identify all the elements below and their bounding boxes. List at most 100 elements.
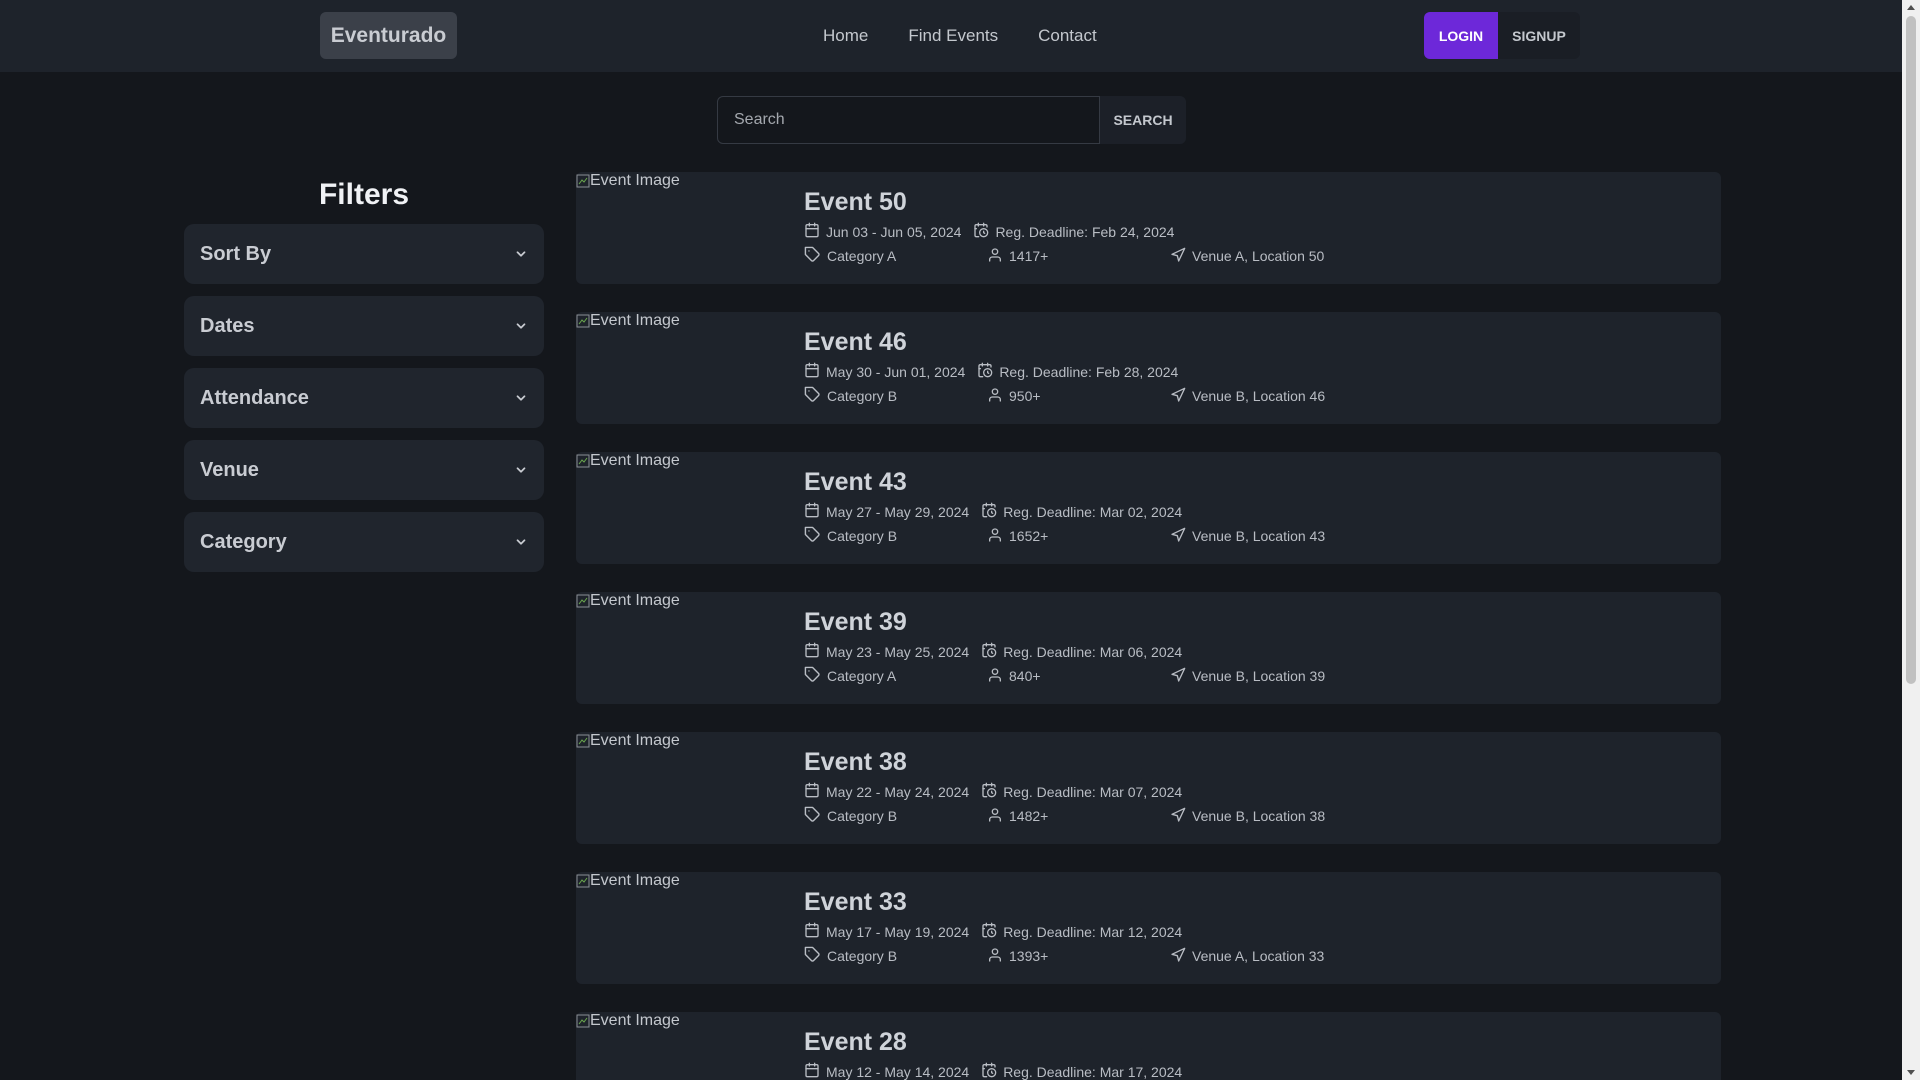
event-image-alt: Event Image [590, 872, 680, 889]
calendar-clock-icon [981, 502, 1003, 521]
user-icon [987, 947, 1009, 966]
event-attendance: 1652+ [987, 527, 1170, 546]
event-info-row: Category A 840+ Venue B, Location 39 [804, 666, 1325, 686]
chevron-down-icon[interactable] [514, 463, 528, 477]
event-attendance-text: 1393+ [1009, 948, 1049, 964]
event-dates: May 23 - May 25, 2024 [804, 642, 969, 661]
navigation-icon [1170, 247, 1192, 266]
chevron-down-icon[interactable] [514, 535, 528, 549]
event-dates-text: May 27 - May 29, 2024 [826, 503, 970, 520]
calendar-clock-icon [977, 362, 999, 381]
event-card[interactable]: Event Image Event 43 May 27 - May 29, 20… [576, 452, 1721, 564]
navbar: Eventurado Home Find Events Contact LOGI… [0, 0, 1902, 72]
event-image-alt: Event Image [590, 452, 680, 469]
nav-link-home[interactable]: Home [823, 26, 868, 46]
event-category-text: Category B [827, 808, 898, 824]
scrollbar[interactable] [1902, 0, 1920, 1080]
user-icon [987, 387, 1009, 406]
scroll-up-arrow[interactable] [1907, 5, 1915, 10]
filter-dates[interactable]: Dates [184, 296, 544, 356]
nav-link-find-events[interactable]: Find Events [908, 26, 998, 46]
chevron-down-icon[interactable] [514, 247, 528, 261]
search-bar: SEARCH [717, 96, 1186, 144]
event-card[interactable]: Event Image Event 39 May 23 - May 25, 20… [576, 592, 1721, 704]
event-card[interactable]: Event Image Event 50 Jun 03 - Jun 05, 20… [576, 172, 1721, 284]
login-button[interactable]: LOGIN [1424, 12, 1498, 59]
event-image-alt: Event Image [590, 312, 680, 329]
search-input[interactable] [717, 96, 1100, 144]
event-title[interactable]: Event 43 [804, 468, 907, 497]
event-deadline: Reg. Deadline: Mar 07, 2024 [981, 782, 1182, 801]
event-image[interactable]: Event Image [576, 312, 796, 424]
event-venue-text: Venue B, Location 43 [1192, 528, 1326, 544]
scroll-down-arrow[interactable] [1907, 1070, 1915, 1075]
event-venue: Venue A, Location 50 [1170, 247, 1324, 266]
event-venue: Venue B, Location 38 [1170, 807, 1325, 826]
filter-venue[interactable]: Venue [184, 440, 544, 500]
event-card[interactable]: Event Image Event 38 May 22 - May 24, 20… [576, 732, 1721, 844]
event-deadline: Reg. Deadline: Feb 28, 2024 [977, 362, 1178, 381]
event-dates-text: May 12 - May 14, 2024 [826, 1063, 970, 1080]
chevron-down-icon[interactable] [514, 319, 528, 333]
user-icon [987, 247, 1009, 266]
calendar-clock-icon [981, 922, 1003, 941]
event-image[interactable]: Event Image [576, 452, 796, 564]
filter-category[interactable]: Category [184, 512, 544, 572]
event-dates-row: May 30 - Jun 01, 2024 Reg. Deadline: Feb… [804, 362, 1178, 381]
event-deadline-text: Reg. Deadline: Feb 24, 2024 [995, 223, 1175, 240]
event-dates: May 27 - May 29, 2024 [804, 502, 969, 521]
event-attendance-text: 1417+ [1009, 248, 1049, 264]
event-attendance: 1393+ [987, 947, 1170, 966]
calendar-icon [804, 362, 826, 381]
navigation-icon [1170, 387, 1192, 406]
event-category-text: Category B [827, 948, 898, 964]
nav-link-contact[interactable]: Contact [1038, 26, 1097, 46]
event-venue: Venue A, Location 33 [1170, 947, 1324, 966]
event-venue: Venue B, Location 43 [1170, 527, 1325, 546]
event-card[interactable]: Event Image Event 28 May 12 - May 14, 20… [576, 1012, 1721, 1080]
event-deadline: Reg. Deadline: Mar 02, 2024 [981, 502, 1182, 521]
event-image[interactable]: Event Image [576, 592, 796, 704]
event-title[interactable]: Event 38 [804, 748, 907, 777]
event-attendance: 1417+ [987, 247, 1170, 266]
signup-button[interactable]: SIGNUP [1498, 12, 1580, 59]
chevron-down-icon[interactable] [514, 391, 528, 405]
event-info-row: Category B 950+ Venue B, Location 46 [804, 386, 1325, 406]
event-card[interactable]: Event Image Event 46 May 30 - Jun 01, 20… [576, 312, 1721, 424]
event-image-alt: Event Image [590, 592, 680, 609]
event-title[interactable]: Event 28 [804, 1028, 907, 1057]
event-title[interactable]: Event 46 [804, 328, 907, 357]
event-deadline: Reg. Deadline: Mar 12, 2024 [981, 922, 1182, 941]
filter-attendance[interactable]: Attendance [184, 368, 544, 428]
tag-icon [804, 386, 827, 406]
scrollbar-thumb[interactable] [1906, 16, 1916, 684]
event-card[interactable]: Event Image Event 33 May 17 - May 19, 20… [576, 872, 1721, 984]
event-dates-row: May 22 - May 24, 2024 Reg. Deadline: Mar… [804, 782, 1182, 801]
event-title[interactable]: Event 50 [804, 188, 907, 217]
event-dates: May 22 - May 24, 2024 [804, 782, 969, 801]
event-title[interactable]: Event 33 [804, 888, 907, 917]
calendar-icon [804, 502, 826, 521]
event-image-alt: Event Image [590, 732, 680, 749]
event-title[interactable]: Event 39 [804, 608, 907, 637]
calendar-clock-icon [981, 782, 1003, 801]
event-category: Category B [804, 386, 987, 406]
event-image[interactable]: Event Image [576, 872, 796, 984]
event-category-text: Category B [827, 528, 898, 544]
navigation-icon [1170, 527, 1192, 546]
user-icon [987, 807, 1009, 826]
event-category-text: Category B [827, 388, 898, 404]
event-dates-text: May 17 - May 19, 2024 [826, 923, 970, 940]
search-button[interactable]: SEARCH [1100, 96, 1186, 144]
event-deadline-text: Reg. Deadline: Mar 02, 2024 [1003, 503, 1183, 520]
event-image[interactable]: Event Image [576, 1012, 796, 1080]
navigation-icon [1170, 667, 1192, 686]
event-image[interactable]: Event Image [576, 732, 796, 844]
event-dates-row: May 23 - May 25, 2024 Reg. Deadline: Mar… [804, 642, 1182, 661]
filter-sort-by[interactable]: Sort By [184, 224, 544, 284]
brand-logo[interactable]: Eventurado [320, 12, 457, 59]
event-category: Category B [804, 946, 987, 966]
calendar-clock-icon [973, 222, 995, 241]
event-image[interactable]: Event Image [576, 172, 796, 284]
tag-icon [804, 946, 827, 966]
